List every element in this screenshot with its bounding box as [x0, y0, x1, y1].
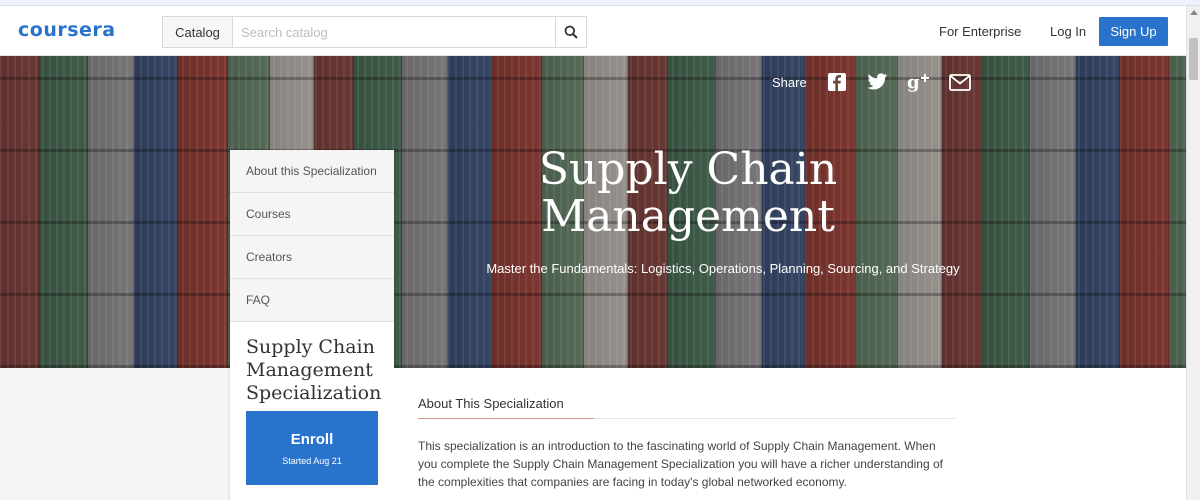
email-icon[interactable] [948, 70, 972, 94]
login-link[interactable]: Log In [1050, 24, 1086, 39]
about-description: This specialization is an introduction t… [418, 439, 943, 489]
side-nav-creators[interactable]: Creators [230, 236, 394, 279]
side-nav-about[interactable]: About this Specialization [230, 150, 394, 193]
side-nav-faq[interactable]: FAQ [230, 279, 394, 322]
svg-text:g: g [907, 72, 920, 93]
main-content: About This Specialization This specializ… [394, 368, 1186, 500]
scroll-up-arrow-icon[interactable] [1190, 10, 1198, 15]
for-enterprise-link[interactable]: For Enterprise [939, 24, 1021, 39]
google-plus-icon[interactable]: g [907, 70, 931, 94]
search-icon [564, 25, 578, 39]
about-heading: About This Specialization [418, 396, 564, 411]
side-navigation-card: About this Specialization Courses Creato… [230, 150, 394, 500]
facebook-icon[interactable] [825, 70, 849, 94]
coursera-logo[interactable]: coursera [18, 19, 116, 41]
search-button[interactable] [555, 17, 586, 47]
hero-title: Supply Chain Management [538, 144, 838, 242]
enroll-start-date: Started Aug 21 [282, 455, 342, 466]
scroll-thumb[interactable] [1189, 38, 1198, 80]
hero-subtitle: Master the Fundamentals: Logistics, Oper… [486, 261, 960, 276]
site-header: coursera Catalog For Enterprise Log In S… [0, 6, 1186, 56]
enroll-button[interactable]: Enroll Started Aug 21 [246, 411, 378, 485]
side-nav-courses[interactable]: Courses [230, 193, 394, 236]
search-bar: Catalog [162, 16, 587, 48]
page-scrollbar[interactable] [1186, 6, 1200, 500]
hero-banner: Share g Supply Chain Management Master t… [0, 56, 1186, 368]
share-label: Share [772, 74, 807, 90]
search-input[interactable] [233, 17, 555, 47]
enroll-label: Enroll [290, 430, 334, 448]
twitter-icon[interactable] [866, 70, 890, 94]
heading-accent-line [418, 418, 594, 419]
share-bar: Share g [772, 70, 989, 94]
specialization-title: Supply Chain Management Specialization [246, 336, 382, 404]
catalog-button[interactable]: Catalog [163, 17, 233, 47]
signup-button[interactable]: Sign Up [1099, 17, 1168, 46]
